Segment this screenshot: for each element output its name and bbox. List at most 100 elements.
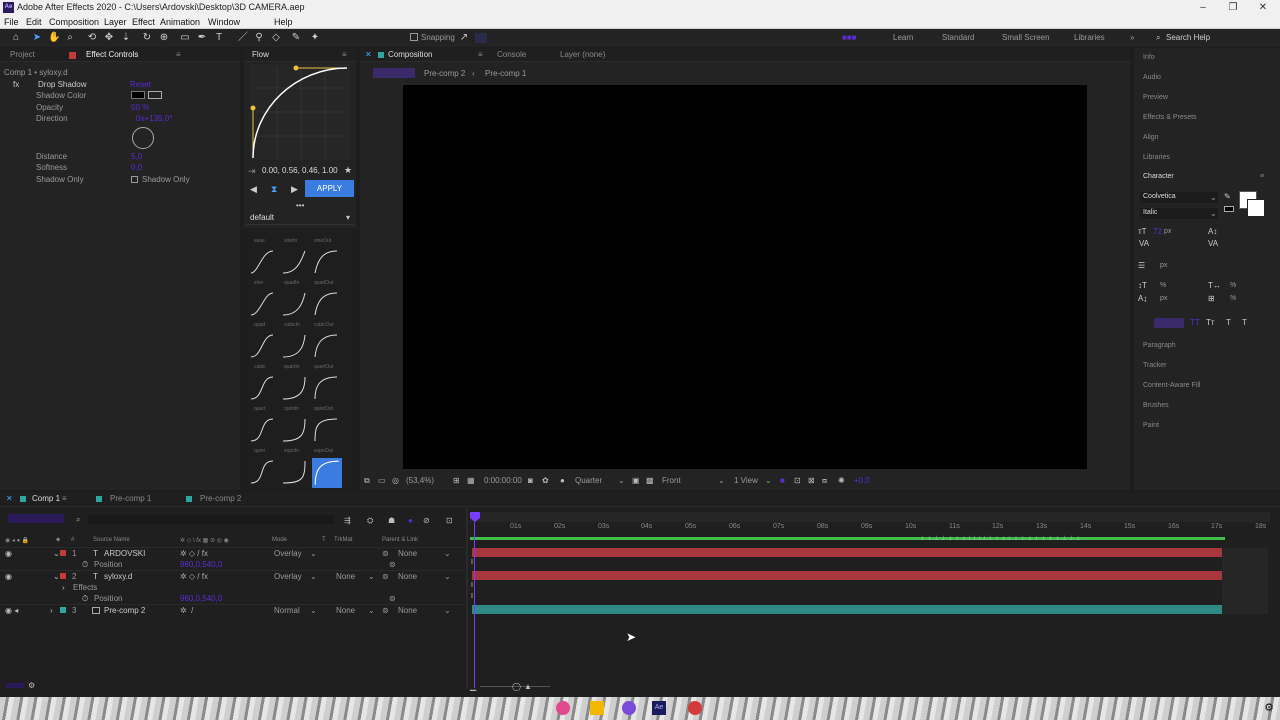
easing-preset[interactable] xyxy=(312,374,340,402)
parent-chevron-icon[interactable]: ⌄ xyxy=(444,572,451,581)
rotate-tool-icon[interactable]: ↻ xyxy=(141,32,153,44)
keyframe-icon[interactable]: I xyxy=(471,559,473,566)
easing-preset[interactable] xyxy=(312,248,340,276)
show-snapshot-icon[interactable]: ✿ xyxy=(542,476,549,485)
easing-preset-selected[interactable] xyxy=(312,458,342,488)
panel-preview[interactable]: Preview xyxy=(1143,94,1168,101)
panel-info[interactable]: Info xyxy=(1143,54,1155,61)
reset-exposure-icon[interactable]: ✺ xyxy=(838,476,845,485)
expand-effects-icon[interactable]: › xyxy=(62,583,65,592)
close-icon[interactable]: ✕ xyxy=(1248,0,1278,15)
layer-row[interactable]: ◉ ◂ › 3 Pre-comp 2 ✲ / Normal ⌄ None ⌄ ⊚… xyxy=(0,604,466,615)
view-chevron-icon[interactable]: ⌄ xyxy=(718,476,725,485)
trkmat-chevron-icon[interactable]: ⌄ xyxy=(368,572,375,581)
easing-preset[interactable] xyxy=(248,290,276,318)
layer-mode-select[interactable]: Overlay xyxy=(274,572,302,581)
easing-preset[interactable] xyxy=(312,416,340,444)
parent-chevron-icon[interactable]: ⌄ xyxy=(444,549,451,558)
grid-icon[interactable]: ▦ xyxy=(467,476,475,485)
puppet-tool-icon[interactable]: ✦ xyxy=(309,32,321,44)
easing-preset[interactable] xyxy=(248,248,276,276)
expression-pickwhip-icon[interactable]: ⊚ xyxy=(389,594,396,603)
panel-audio[interactable]: Audio xyxy=(1143,74,1161,81)
menu-animation[interactable]: Animation xyxy=(160,15,200,29)
softness-value[interactable]: 0,0 xyxy=(131,163,142,172)
menu-edit[interactable]: Edit xyxy=(26,15,42,29)
mask-icon[interactable]: ◎ xyxy=(392,476,399,485)
parent-pickwhip-icon[interactable]: ⊚ xyxy=(382,572,389,581)
motion-blur-icon[interactable]: ⊘ xyxy=(423,516,430,525)
workspace-small-screen[interactable]: Small Screen xyxy=(1002,33,1050,42)
layer-bar-ardovski[interactable] xyxy=(472,548,1222,557)
parent-select[interactable]: None xyxy=(398,572,417,581)
layer-label-color[interactable] xyxy=(60,573,66,579)
layer-row[interactable]: ◉ ⌄ 2 T syloxy.d ✲ ◇ / fx Overlay ⌄ None… xyxy=(0,570,466,581)
tab-effect-controls[interactable]: Effect Controls xyxy=(86,48,138,62)
pan-tool-icon[interactable]: ✥ xyxy=(103,32,115,44)
stopwatch-icon[interactable]: ⏱ xyxy=(82,560,88,570)
effects-group[interactable]: Effects xyxy=(73,583,97,592)
easing-preset[interactable] xyxy=(312,332,340,360)
playhead-line[interactable] xyxy=(474,522,475,688)
menu-composition[interactable]: Composition xyxy=(49,15,99,29)
trkmat-select[interactable]: None xyxy=(336,572,355,581)
maximize-icon[interactable]: ❐ xyxy=(1218,0,1248,15)
copy-icon[interactable]: ⇥ xyxy=(248,166,256,177)
expression-pickwhip-icon[interactable]: ⊚ xyxy=(389,560,396,569)
direction-dial[interactable] xyxy=(132,127,154,149)
layer-name[interactable]: syloxy.d xyxy=(104,572,132,581)
more-dots-icon[interactable]: ••• xyxy=(296,201,304,210)
layer-bar-syloxy[interactable] xyxy=(472,571,1222,580)
current-time[interactable]: 0:00:00:00 xyxy=(484,476,522,485)
parent-select[interactable]: None xyxy=(398,549,417,558)
close-timeline-tab-icon[interactable]: ✕ xyxy=(6,492,13,506)
graph-editor-icon[interactable]: ⊡ xyxy=(446,516,453,525)
all-caps-button[interactable]: TT xyxy=(1190,318,1200,327)
panel-menu-icon[interactable]: ≡ xyxy=(176,48,181,62)
parent-pickwhip-icon[interactable]: ⊚ xyxy=(382,606,389,615)
toggle-pixel-icon[interactable]: ■ xyxy=(780,476,785,485)
panel-brushes[interactable]: Brushes xyxy=(1143,402,1169,409)
workspace-standard[interactable]: Standard xyxy=(942,33,974,42)
close-tab-icon[interactable]: ✕ xyxy=(365,48,372,62)
more-workspaces-icon[interactable]: » xyxy=(1130,33,1134,42)
tab-layer[interactable]: Layer (none) xyxy=(560,48,605,62)
eyedropper-icon[interactable] xyxy=(148,91,162,99)
breadcrumb-precomp-2[interactable]: Pre-comp 2 xyxy=(424,69,465,78)
menu-effect[interactable]: Effect xyxy=(132,15,155,29)
curve-values[interactable]: 0.00, 0.56, 0.46, 1.00 xyxy=(262,166,338,175)
panel-libraries[interactable]: Libraries xyxy=(1143,154,1170,161)
breadcrumb-precomp-1[interactable]: Pre-comp 1 xyxy=(485,69,526,78)
visibility-eye-icon[interactable]: ◉ xyxy=(5,572,12,581)
workspace-default[interactable]: ■■■ xyxy=(842,33,857,42)
panel-character-title[interactable]: Character xyxy=(1143,173,1174,180)
tab-precomp-1[interactable]: Pre-comp 1 xyxy=(110,492,151,506)
shadow-only-checkbox[interactable] xyxy=(131,176,138,183)
preset-dropdown[interactable]: default ▾ xyxy=(246,211,354,225)
easing-preset[interactable] xyxy=(248,332,276,360)
easing-preset[interactable] xyxy=(312,290,340,318)
panel-paragraph[interactable]: Paragraph xyxy=(1143,342,1176,349)
easing-preset[interactable] xyxy=(280,290,308,318)
faux-style-buttons[interactable] xyxy=(1154,318,1184,328)
app-icon[interactable] xyxy=(622,701,636,715)
tab-comp-1[interactable]: Comp 1 xyxy=(32,492,60,506)
snapping-checkbox[interactable] xyxy=(410,33,418,41)
ease-both-icon[interactable]: ⧗ xyxy=(271,184,277,195)
layer-label-color[interactable] xyxy=(60,550,66,556)
parent-select[interactable]: None xyxy=(398,606,417,615)
app-icon[interactable] xyxy=(688,701,702,715)
zoom-in-icon[interactable]: ▲ xyxy=(524,682,532,691)
character-menu-icon[interactable]: ≡ xyxy=(1260,173,1264,180)
render-time-toggle[interactable] xyxy=(6,683,24,688)
mode-chevron-icon[interactable]: ⌄ xyxy=(310,549,317,558)
views-chevron-icon[interactable]: ⌄ xyxy=(765,476,772,485)
tab-project[interactable]: Project xyxy=(10,48,35,62)
col-parent-link[interactable]: Parent & Link xyxy=(382,537,418,543)
menu-file[interactable]: File xyxy=(4,15,19,29)
distance-value[interactable]: 5,0 xyxy=(131,152,142,161)
easing-preset[interactable] xyxy=(280,374,308,402)
search-help-input[interactable]: Search Help xyxy=(1166,33,1210,42)
hand-tool-icon[interactable]: ✋ xyxy=(48,32,60,44)
eyedropper-char-icon[interactable]: ✎ xyxy=(1224,192,1231,201)
